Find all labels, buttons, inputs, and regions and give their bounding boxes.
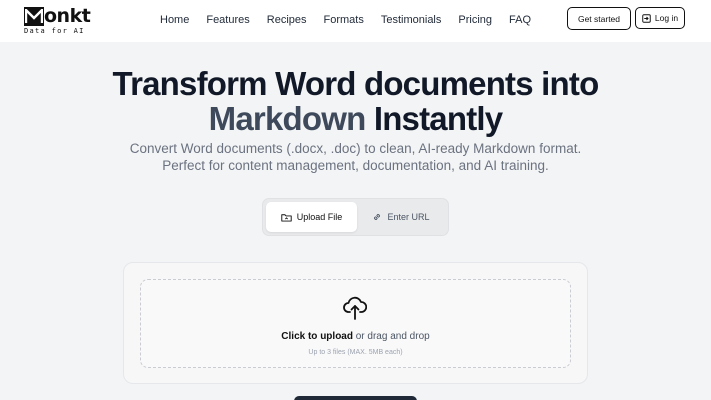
hero-title-accent: Markdown [208,100,367,137]
monkt-logo[interactable]: onkt Data for AI [24,7,94,35]
tab-upload-label: Upload File [296,212,343,222]
nav-features[interactable]: Features [206,13,249,27]
click-to-upload-link[interactable]: Click to upload [281,331,353,342]
logo-wordmark: onkt [44,5,91,27]
hero-subtitle-line2: Perfect for content management, document… [162,158,549,173]
hero-subtitle-line1: Convert Word documents (.docx, .doc) to … [129,141,582,156]
convert-button[interactable] [294,396,417,400]
tab-enter-url[interactable]: Enter URL [357,202,445,232]
hero-title-line1: Transform Word documents into [112,65,600,102]
login-icon [642,13,651,23]
nav-pricing[interactable]: Pricing [458,13,492,27]
nav-home[interactable]: Home [160,13,189,27]
drag-drop-text: or drag and drop [352,331,430,342]
hero-title: Transform Word documents into Markdown I… [0,66,711,136]
tab-url-label: Enter URL [387,212,430,222]
tab-upload-file[interactable]: Upload File [266,202,357,232]
get-started-button[interactable]: Get started [567,7,631,30]
nav-recipes[interactable]: Recipes [267,13,307,27]
main-nav: Home Features Recipes Formats Testimonia… [160,13,548,27]
logo-m-icon [24,7,44,26]
cloud-upload-icon [343,296,367,320]
login-label: Log in [654,13,679,23]
folder-upload-icon [281,213,292,222]
nav-testimonials[interactable]: Testimonials [381,13,442,27]
link-icon [374,213,381,221]
site-header: onkt Data for AI Home Features Recipes F… [0,0,711,42]
file-limit-text: Up to 3 files (MAX. 5MB each) [308,349,403,356]
nav-faq[interactable]: FAQ [509,13,531,27]
dropzone-instruction: Click to upload or drag and drop [0,331,711,342]
nav-formats[interactable]: Formats [324,13,364,27]
hero-title-rest: Instantly [365,100,503,137]
logo-tagline: Data for AI [24,27,85,35]
hero-subtitle: Convert Word documents (.docx, .doc) to … [0,140,711,174]
input-mode-tabs: Upload File Enter URL [262,198,449,236]
login-button[interactable]: Log in [635,7,685,29]
